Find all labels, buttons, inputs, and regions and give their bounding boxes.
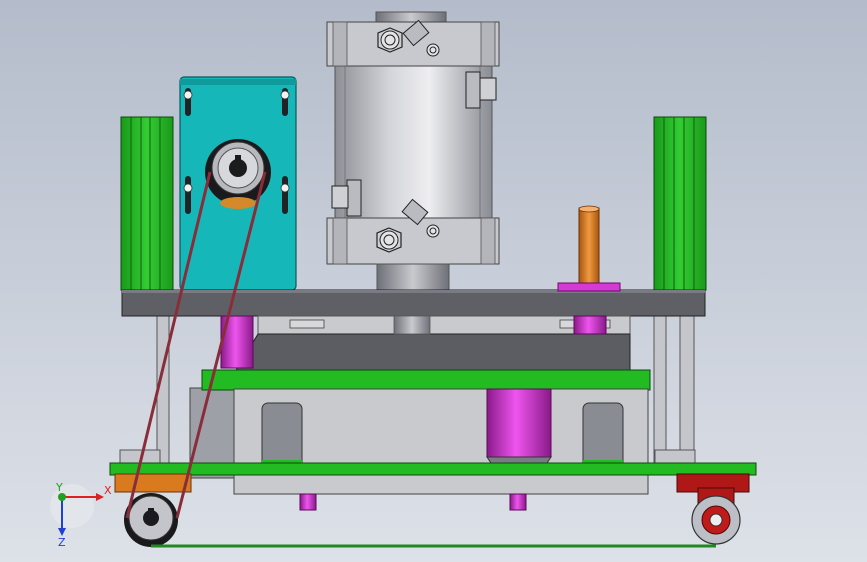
orange-post <box>578 205 600 285</box>
lower-housing <box>233 388 649 495</box>
triad-y-label: Y <box>55 481 63 494</box>
assembly-model-view[interactable]: X Y Z <box>0 0 867 562</box>
right-green-column <box>653 116 707 291</box>
mid-gray-block <box>234 315 631 373</box>
left-green-column <box>120 116 174 291</box>
triad-x-label: X <box>104 484 112 497</box>
triad-z-label: Z <box>58 536 66 549</box>
motor-unit <box>326 11 500 293</box>
caster-wheel <box>691 487 741 545</box>
green-rim <box>201 369 651 391</box>
cad-viewport[interactable]: X Y Z <box>0 0 867 562</box>
